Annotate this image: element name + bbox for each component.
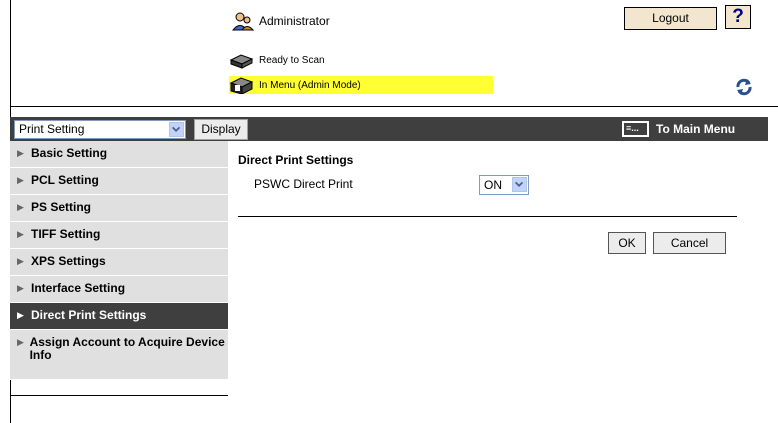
arrow-right-icon: ▶	[17, 283, 24, 293]
page-title: Direct Print Settings	[238, 153, 354, 167]
sidebar-item-label: Basic Setting	[31, 146, 108, 160]
cancel-button[interactable]: Cancel	[653, 232, 726, 254]
chevron-down-icon	[512, 177, 527, 192]
sidebar-item-pcl-setting[interactable]: ▶ PCL Setting	[10, 168, 228, 195]
arrow-right-icon: ▶	[17, 256, 24, 266]
sidebar-item-assign-account[interactable]: ▶ Assign Account to Acquire Device Info	[10, 330, 228, 380]
sidebar-item-label: XPS Settings	[31, 254, 106, 268]
arrow-right-icon: ▶	[17, 229, 24, 239]
sidebar-item-label: TIFF Setting	[31, 227, 101, 241]
user-role-label: Administrator	[259, 14, 330, 28]
printer-icon	[229, 76, 254, 94]
sidebar-item-label: PS Setting	[31, 200, 92, 214]
sidebar-item-tiff-setting[interactable]: ▶ TIFF Setting	[10, 222, 228, 249]
arrow-right-icon: ▶	[17, 202, 24, 212]
status-text: Ready to Scan	[259, 54, 325, 66]
to-main-menu-link[interactable]: To Main Menu	[656, 122, 735, 136]
sidebar-item-label: Direct Print Settings	[31, 308, 147, 322]
sidebar-item-label: Assign Account to Acquire Device Info	[29, 335, 225, 362]
arrow-right-icon: ▶	[17, 148, 24, 158]
sidebar: ▶ Basic Setting ▶ PCL Setting ▶ PS Setti…	[10, 141, 228, 380]
status-in-menu: In Menu (Admin Mode)	[229, 76, 493, 94]
category-select[interactable]: Print Setting	[14, 120, 186, 139]
sidebar-item-xps-settings[interactable]: ▶ XPS Settings	[10, 249, 228, 276]
sidebar-item-basic-setting[interactable]: ▶ Basic Setting	[10, 141, 228, 168]
refresh-icon[interactable]	[734, 77, 754, 97]
pswc-direct-print-label: PSWC Direct Print	[254, 177, 353, 191]
sidebar-item-label: Interface Setting	[31, 281, 126, 295]
pswc-direct-print-select[interactable]: ON	[479, 175, 529, 195]
logout-button[interactable]: Logout	[624, 7, 717, 30]
sidebar-item-label: PCL Setting	[31, 173, 99, 187]
arrow-right-icon: ▶	[17, 337, 24, 347]
arrow-right-icon: ▶	[17, 175, 24, 185]
content-divider	[238, 216, 737, 217]
sidebar-item-direct-print-settings[interactable]: ▶ Direct Print Settings	[10, 303, 228, 330]
administrator-icon	[232, 12, 254, 31]
help-button[interactable]: ?	[725, 5, 751, 29]
display-button[interactable]: Display	[194, 119, 248, 140]
sidebar-item-ps-setting[interactable]: ▶ PS Setting	[10, 195, 228, 222]
header-divider	[10, 106, 778, 107]
main-menu-icon[interactable]: ≡...	[622, 121, 649, 137]
pswc-direct-print-value: ON	[484, 178, 502, 192]
status-ready-to-scan: Ready to Scan	[229, 51, 325, 69]
ok-button[interactable]: OK	[608, 232, 646, 254]
printer-icon	[229, 53, 254, 69]
sidebar-item-interface-setting[interactable]: ▶ Interface Setting	[10, 276, 228, 303]
category-select-value: Print Setting	[19, 122, 85, 136]
arrow-right-icon: ▶	[17, 310, 24, 320]
chevron-down-icon	[169, 122, 184, 137]
sidebar-divider	[10, 395, 228, 396]
status-text: In Menu (Admin Mode)	[259, 79, 361, 91]
